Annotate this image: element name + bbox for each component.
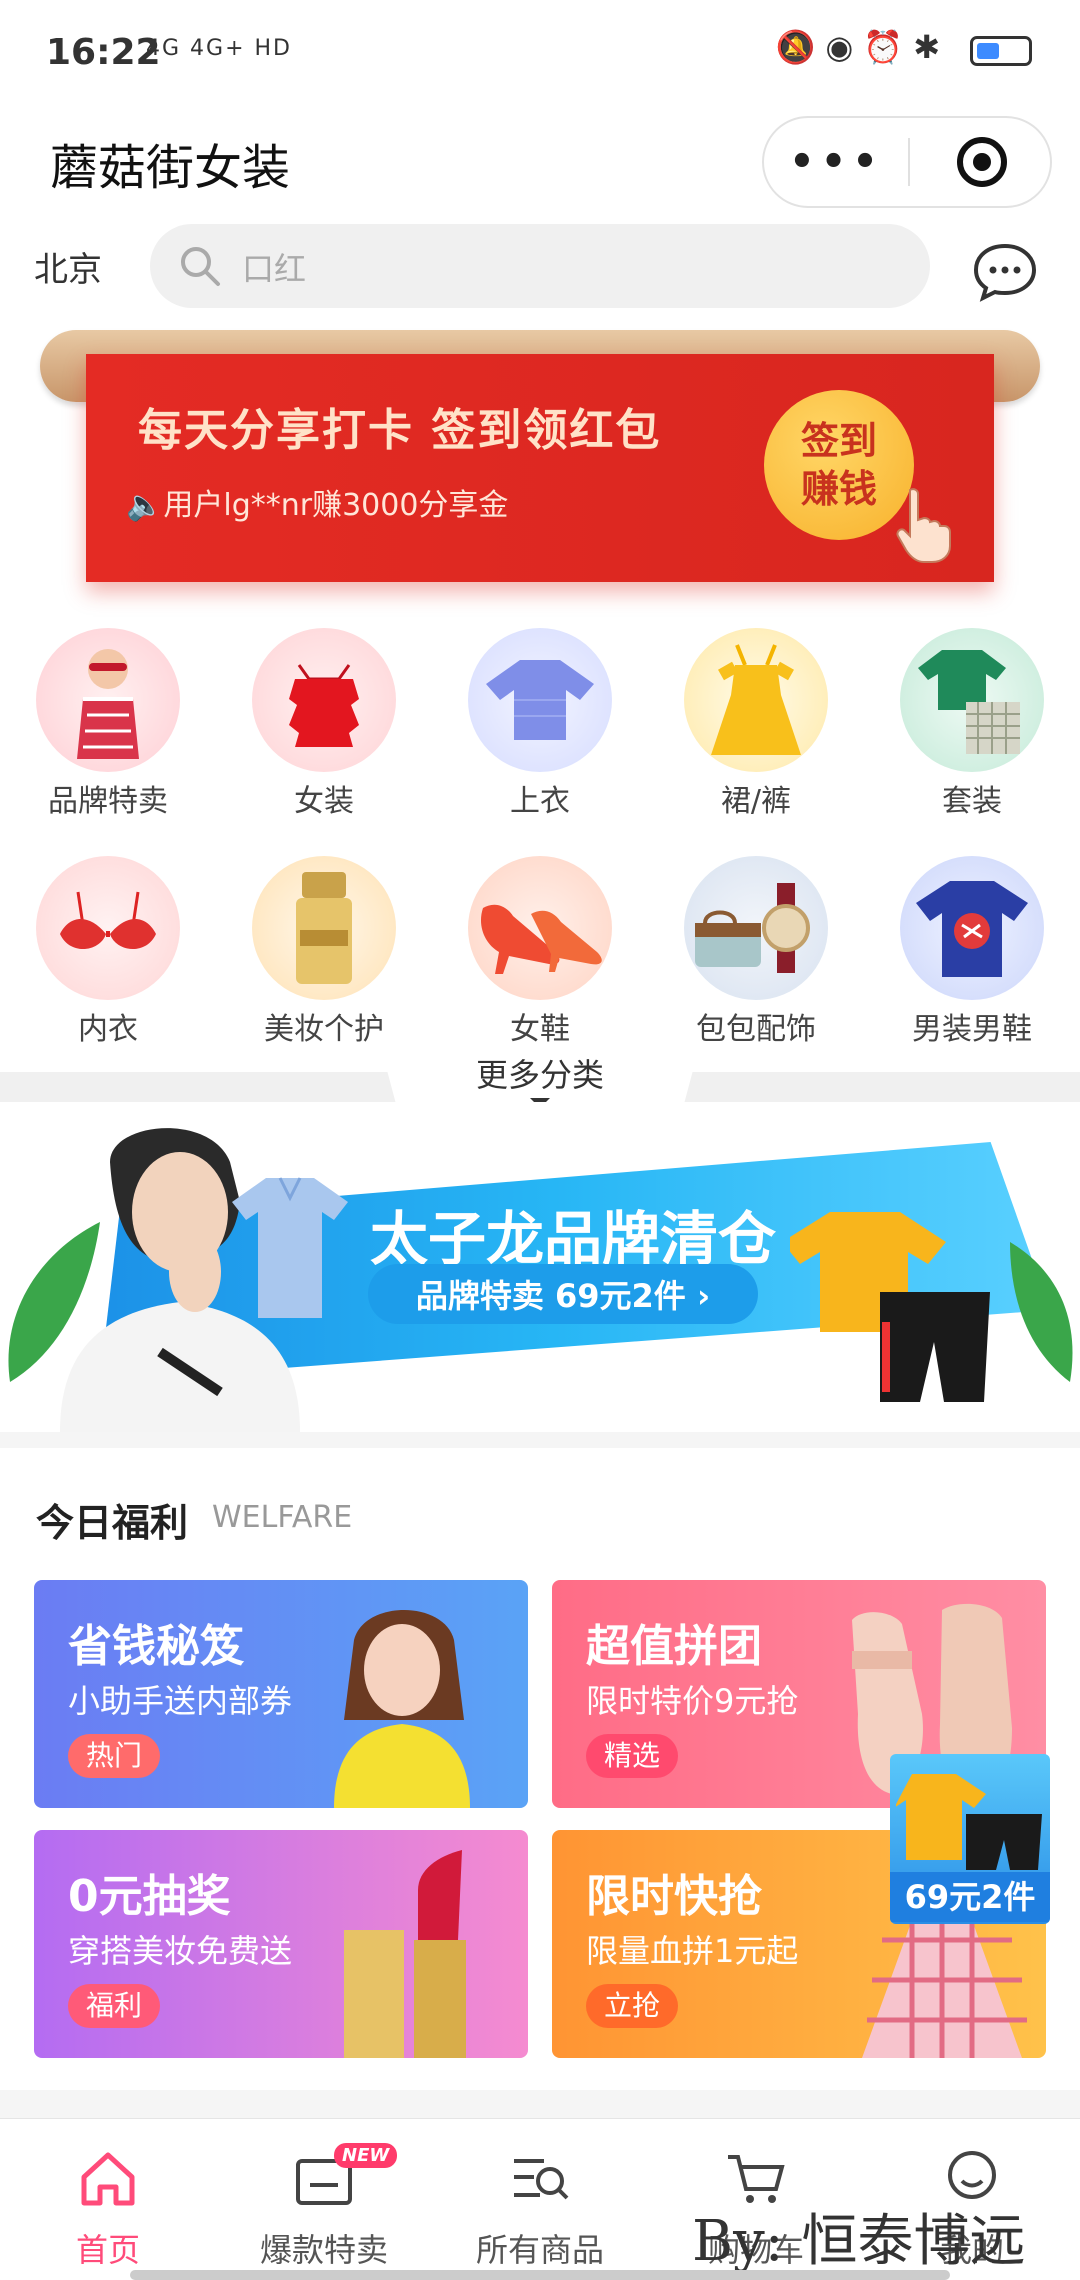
category-label: 套装	[942, 784, 1002, 819]
banner-ticker: 🔈用户lg**nr赚3000分享金	[126, 488, 509, 523]
womens-shoes-image	[468, 856, 612, 1000]
city-selector[interactable]: 北京	[34, 242, 102, 291]
page-title: 蘑菇街女装	[50, 140, 291, 196]
brand-sale-pill[interactable]: 品牌特卖 69元2件 ›	[368, 1264, 758, 1324]
card-subtitle: 限时特价9元抢	[586, 1682, 799, 1720]
welfare-card-lottery[interactable]: 0元抽奖 穿搭美妆免费送 福利	[34, 1830, 528, 2058]
brand-sale-image	[36, 628, 180, 772]
welfare-card-coupons[interactable]: 省钱秘笈 小助手送内部券 热门	[34, 1580, 528, 1808]
sets-image	[900, 628, 1044, 772]
checkin-banner-section: 每天分享打卡 签到领红包 🔈用户lg**nr赚3000分享金 签到 赚钱	[0, 330, 1080, 620]
title-bar: 蘑菇街女装 •••	[0, 110, 1080, 220]
category-label: 包包配饰	[696, 1012, 816, 1047]
welfare-title: 今日福利	[36, 1501, 189, 1545]
beauty-image	[252, 856, 396, 1000]
lock-rotation-icon: ◉	[825, 28, 864, 66]
battery-icon	[970, 36, 1032, 66]
home-icon	[81, 2152, 135, 2206]
miniapp-capsule: •••	[762, 116, 1052, 208]
card-subtitle: 小助手送内部券	[68, 1682, 293, 1720]
category-label: 男装男鞋	[912, 1012, 1032, 1047]
tops-image	[468, 628, 612, 772]
search-icon	[181, 247, 220, 286]
more-options-button[interactable]: •••	[764, 118, 909, 206]
category-womens-shoes[interactable]: 女鞋	[440, 856, 640, 1048]
model-photo	[334, 1610, 470, 1808]
underwear-image	[36, 856, 180, 1000]
floating-ad[interactable]: 69元2件	[890, 1754, 1050, 1924]
floating-ad-badge: 69元2件	[890, 1872, 1050, 1922]
category-beauty[interactable]: 美妆个护	[224, 856, 424, 1048]
womens-wear-image	[252, 628, 396, 772]
new-badge: NEW	[334, 2143, 398, 2168]
search-input[interactable]: 口红	[150, 224, 930, 308]
watermark-text: By: 恒泰博远	[692, 2209, 1026, 2274]
card-subtitle: 穿搭美妆免费送	[68, 1932, 293, 1970]
card-title: 省钱秘笈	[68, 1621, 244, 1672]
category-label: 裙/裤	[720, 784, 792, 819]
search-placeholder: 口红	[242, 250, 307, 288]
pointing-hand-icon	[896, 488, 951, 563]
leaf-decoration	[1010, 1242, 1073, 1382]
checkin-banner[interactable]: 每天分享打卡 签到领红包 🔈用户lg**nr赚3000分享金 签到 赚钱	[86, 354, 994, 582]
search-list-icon	[514, 2159, 569, 2200]
close-miniapp-button[interactable]	[910, 118, 1054, 206]
polo-shirt-image	[232, 1177, 348, 1318]
card-tag: 热门	[68, 1734, 161, 1778]
home-indicator	[130, 2270, 950, 2280]
search-row: 北京 口红	[0, 220, 1080, 330]
category-label: 上衣	[510, 784, 570, 819]
alarm-icon: ⏰	[863, 28, 914, 66]
card-subtitle: 限量血拼1元起	[586, 1932, 799, 1970]
card-tag: 福利	[68, 1984, 161, 2028]
category-label: 品牌特卖	[48, 784, 168, 819]
card-title: 限时快抢	[586, 1871, 762, 1922]
category-grid: 品牌特卖 女装 上衣 裙/裤 套装 内衣 美妆个护 女鞋 包包配饰 男装男鞋	[0, 620, 1080, 1072]
card-title: 0元抽奖	[68, 1871, 231, 1922]
vibrate-icon: 🔕	[775, 28, 826, 66]
category-sets[interactable]: 套装	[872, 628, 1072, 820]
message-icon[interactable]	[972, 242, 1038, 302]
bluetooth-icon: ✱	[913, 28, 950, 66]
category-skirts-pants[interactable]: 裙/裤	[656, 628, 856, 820]
tshirt-shorts-image	[896, 1774, 1042, 1870]
speaker-icon: 🔈	[126, 488, 164, 523]
status-time: 16:22	[46, 32, 161, 73]
status-bar: 16:22 4G 4G+ HD 🔕◉⏰✱	[0, 0, 1080, 110]
tab-all-products[interactable]: 所有商品	[432, 2147, 648, 2271]
lipstick-image	[344, 1850, 466, 2058]
category-brand-sale[interactable]: 品牌特卖	[8, 628, 208, 820]
skirts-image	[684, 628, 828, 772]
category-label: 女鞋	[510, 1012, 570, 1047]
category-label: 美妆个护	[264, 1012, 384, 1047]
welfare-section: 今日福利 WELFARE 省钱秘笈 小助手送内部券 热门 超值拼团 限时特价9元…	[0, 1448, 1080, 2090]
signin-earn-button[interactable]: 签到 赚钱	[764, 390, 914, 540]
mens-image	[900, 856, 1044, 1000]
card-tag: 立抢	[586, 1984, 679, 2028]
category-bags-accessories[interactable]: 包包配饰	[656, 856, 856, 1048]
category-womens-wear[interactable]: 女装	[224, 628, 424, 820]
more-categories-label[interactable]: 更多分类	[0, 1050, 1080, 1096]
welfare-title-en: WELFARE	[212, 1500, 353, 1535]
tab-label: 所有商品	[475, 2231, 604, 2269]
tab-hot-sale[interactable]: NEW 爆款特卖	[216, 2143, 432, 2271]
banner-title: 每天分享打卡 签到领红包	[138, 405, 662, 456]
brand-clearance-banner[interactable]: 太子龙品牌清仓 品牌特卖 69元2件 ›	[0, 1102, 1080, 1432]
category-label: 女装	[294, 784, 354, 819]
category-mens[interactable]: 男装男鞋	[872, 856, 1072, 1048]
category-underwear[interactable]: 内衣	[8, 856, 208, 1048]
status-icons: 🔕◉⏰✱	[776, 28, 950, 66]
tab-home[interactable]: 首页	[0, 2147, 216, 2271]
category-tops[interactable]: 上衣	[440, 628, 640, 820]
card-title: 超值拼团	[586, 1621, 762, 1672]
tshirt-shorts-image	[790, 1212, 990, 1402]
tab-label: 爆款特卖	[259, 2231, 388, 2269]
network-indicator: 4G 4G+ HD	[146, 36, 292, 61]
bags-image	[684, 856, 828, 1000]
tab-label: 首页	[75, 2231, 140, 2269]
category-label: 内衣	[78, 1012, 138, 1047]
target-icon	[957, 137, 1007, 187]
card-tag: 精选	[586, 1734, 679, 1778]
